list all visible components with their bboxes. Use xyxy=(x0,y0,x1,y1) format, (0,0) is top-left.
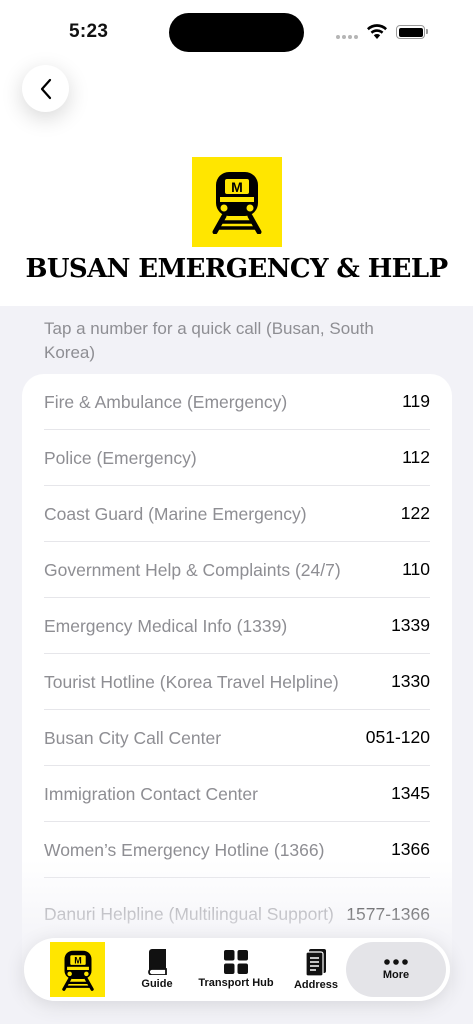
contacts-list: Fire & Ambulance (Emergency) 119 Police … xyxy=(22,374,452,1014)
contact-label: Police (Emergency) xyxy=(44,447,197,468)
contact-number: 119 xyxy=(402,391,430,411)
contact-number: 1330 xyxy=(391,671,430,691)
app-logo: M xyxy=(192,157,282,247)
grid-icon xyxy=(224,950,248,974)
tab-guide[interactable]: Guide xyxy=(130,938,184,1001)
tab-label: More xyxy=(382,969,410,981)
contact-row-womens-hotline[interactable]: Women’s Emergency Hotline (1366) 1366 xyxy=(44,822,430,878)
chevron-left-icon xyxy=(40,78,51,99)
contact-number: 051-120 xyxy=(365,727,430,747)
book-icon xyxy=(148,949,167,975)
contact-row-city-call-center[interactable]: Busan City Call Center 051-120 xyxy=(44,710,430,766)
contact-label: Immigration Contact Center xyxy=(44,783,258,804)
contact-label: Danuri Helpline (Multilingual Support) xyxy=(44,904,334,924)
tab-label: Transport Hub xyxy=(198,977,274,989)
svg-text:M: M xyxy=(231,179,243,195)
tab-label: Guide xyxy=(141,978,173,990)
tab-address[interactable]: Address xyxy=(288,938,344,1001)
contact-number: 1366 xyxy=(391,839,430,859)
wifi-icon xyxy=(367,24,387,39)
contact-label: Women’s Emergency Hotline (1366) xyxy=(44,839,325,860)
contact-row-tourist-hotline[interactable]: Tourist Hotline (Korea Travel Helpline) … xyxy=(44,654,430,710)
status-time: 5:23 xyxy=(69,21,109,42)
more-dots-icon xyxy=(384,959,408,965)
subtitle: Tap a number for a quick call (Busan, So… xyxy=(44,319,374,362)
contact-number: 122 xyxy=(400,503,430,523)
tab-transport-hub[interactable]: Transport Hub xyxy=(194,938,278,1001)
contact-label: Emergency Medical Info (1339) xyxy=(44,615,288,636)
tab-bar: M Guide Transport Hub Address More xyxy=(24,938,450,1001)
tab-home[interactable]: M xyxy=(50,942,105,997)
notebook-icon xyxy=(305,948,326,976)
contact-row-fire-ambulance[interactable]: Fire & Ambulance (Emergency) 119 xyxy=(44,374,430,430)
battery-icon xyxy=(396,25,428,39)
contact-label: Government Help & Complaints (24/7) xyxy=(44,559,341,580)
contact-number: 1339 xyxy=(391,615,430,635)
cellular-signal-icon xyxy=(336,35,358,39)
page-title: BUSAN EMERGENCY & HELP xyxy=(25,254,448,284)
contact-number: 110 xyxy=(402,559,430,579)
contact-number: 1345 xyxy=(391,783,430,803)
metro-train-icon: M xyxy=(212,172,262,234)
svg-text:M: M xyxy=(74,955,82,965)
tab-label: Address xyxy=(293,978,339,991)
contact-label: Coast Guard (Marine Emergency) xyxy=(44,503,307,524)
contact-row-immigration[interactable]: Immigration Contact Center 1345 xyxy=(44,766,430,822)
contact-row-police[interactable]: Police (Emergency) 112 xyxy=(44,430,430,486)
contact-row-coast-guard[interactable]: Coast Guard (Marine Emergency) 122 xyxy=(44,486,430,542)
contact-row-medical-info[interactable]: Emergency Medical Info (1339) 1339 xyxy=(44,598,430,654)
status-bar: 5:23 xyxy=(0,0,473,62)
dynamic-island xyxy=(169,13,304,52)
contact-label: Busan City Call Center xyxy=(44,727,222,748)
contact-label: Fire & Ambulance (Emergency) xyxy=(44,391,288,412)
back-button[interactable] xyxy=(22,65,69,112)
contact-row-government-help[interactable]: Government Help & Complaints (24/7) 110 xyxy=(44,542,430,598)
contact-number: 1577-1366 xyxy=(346,903,430,924)
contact-number: 112 xyxy=(402,447,430,467)
contact-label: Tourist Hotline (Korea Travel Helpline) xyxy=(44,671,339,692)
tab-more[interactable]: More xyxy=(346,942,446,997)
metro-train-icon: M xyxy=(61,950,94,991)
